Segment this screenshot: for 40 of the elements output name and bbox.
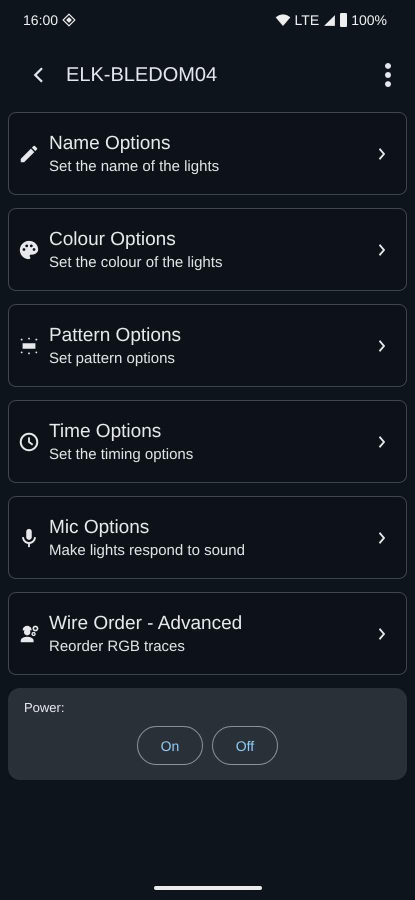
option-title: Mic Options [49, 516, 150, 538]
palette-icon [18, 238, 40, 260]
chevron-right-icon [376, 530, 388, 544]
chevron-right-icon [376, 434, 388, 448]
chevron-right-icon [376, 338, 388, 352]
option-title: Name Options [49, 132, 172, 154]
option-subtitle: Set the timing options [49, 446, 194, 462]
option-title: Time Options [49, 420, 162, 442]
option-subtitle: Reorder RGB traces [49, 638, 186, 654]
option-subtitle: Set the colour of the lights [49, 254, 224, 270]
clock-icon [18, 430, 40, 452]
option-card[interactable]: Name Options Set the name of the lights [8, 112, 407, 195]
clock-time: 16:00 [23, 12, 58, 28]
power-label: Power: [24, 700, 66, 715]
signal-icon [323, 14, 336, 26]
battery-percent: 100% [351, 12, 387, 28]
option-subtitle: Set pattern options [49, 350, 176, 366]
power-button[interactable]: On [137, 726, 203, 765]
option-subtitle: Set the name of the lights [49, 158, 220, 174]
option-card[interactable]: Time Options Set the timing options [8, 400, 407, 483]
battery-icon [340, 13, 348, 27]
option-card[interactable]: Colour Options Set the colour of the lights [8, 208, 407, 291]
option-title: Colour Options [49, 228, 177, 250]
screen-title: ELK-BLEDOM04 [66, 64, 218, 86]
option-card[interactable]: Wire Order - Advanced Reorder RGB traces [8, 592, 407, 675]
chevron-right-icon [376, 626, 388, 640]
chevron-right-icon [376, 146, 388, 160]
worker-gears-icon [18, 622, 40, 644]
wifi-icon [274, 12, 291, 28]
option-title: Wire Order - Advanced [49, 612, 244, 634]
network-type: LTE [294, 12, 320, 28]
power-button[interactable]: Off [212, 726, 278, 765]
option-card[interactable]: Mic Options Make lights respond to sound [8, 496, 407, 579]
option-card[interactable]: Pattern Options Set pattern options [8, 304, 407, 387]
more-icon [385, 63, 391, 87]
chevron-right-icon [376, 242, 388, 256]
option-subtitle: Make lights respond to sound [49, 542, 246, 558]
gesture-handle[interactable] [154, 886, 262, 890]
option-title: Pattern Options [49, 324, 182, 346]
diamond-icon [62, 13, 76, 27]
